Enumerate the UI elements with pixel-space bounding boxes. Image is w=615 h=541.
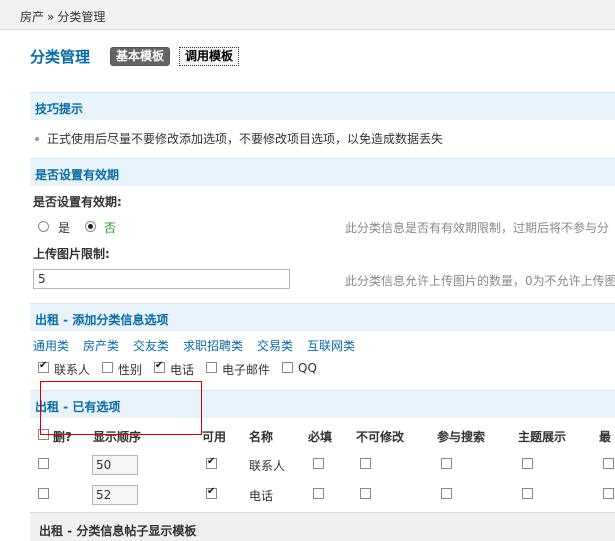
col-unchangeable: 不可修改 (356, 430, 405, 444)
option-phone-label: 电话 (170, 363, 195, 377)
col-required: 必填 (308, 430, 333, 444)
image-limit-label: 上传图片限制: (33, 247, 110, 261)
display-template-section-title: 出租 - 分类信息帖子显示模板 (39, 524, 197, 538)
page-title: 分类管理 (30, 48, 91, 66)
add-options-section-header: 出租 - 添加分类信息选项 (30, 303, 615, 331)
row-delete-checkbox[interactable] (38, 488, 49, 499)
display-template-section-header: 出租 - 分类信息帖子显示模板 (30, 512, 615, 541)
tab-basic-template[interactable]: 基本模板 (110, 47, 171, 66)
col-enabled: 可用 (202, 430, 227, 444)
validity-no-radio[interactable] (85, 221, 96, 232)
validity-hint: 此分类信息是否有有效期限制，过期后将不参与分 (345, 221, 610, 235)
option-gender-checkbox[interactable] (102, 362, 113, 373)
tip-text: 正式使用后尽量不要修改添加选项，不要修改项目选项，以免造成数据丢失 (47, 132, 444, 146)
row-enabled-checkbox[interactable] (206, 456, 217, 469)
row-searchable-checkbox[interactable] (441, 458, 452, 469)
row-delete-checkbox[interactable] (38, 458, 49, 469)
row-required-checkbox[interactable] (313, 488, 324, 499)
tab-call-template[interactable]: 调用模板 (179, 47, 240, 66)
option-qq-checkbox[interactable] (282, 362, 293, 373)
row-required-checkbox[interactable] (313, 458, 324, 469)
option-contact-label: 联系人 (54, 363, 91, 377)
tip-item: 正式使用后尽量不要修改添加选项，不要修改项目选项，以免造成数据丢失 (35, 130, 443, 147)
breadcrumb-bar: 房产» 分类管理 (0, 0, 615, 30)
type-link-dating[interactable]: 交友类 (133, 337, 169, 354)
row-subject-checkbox[interactable] (522, 488, 533, 499)
option-phone-checkbox[interactable] (154, 360, 165, 373)
row-enabled-checkbox[interactable] (206, 486, 217, 499)
option-contact-checkbox[interactable] (38, 360, 49, 373)
validity-yes-radio[interactable] (38, 221, 49, 232)
type-link-internet[interactable]: 互联网类 (307, 337, 355, 354)
option-email-label: 电子邮件 (222, 363, 271, 377)
type-link-general[interactable]: 通用类 (33, 337, 69, 354)
row-unchangeable-checkbox[interactable] (360, 488, 371, 499)
row-searchable-checkbox[interactable] (441, 488, 452, 499)
breadcrumb-current: 分类管理 (57, 10, 106, 24)
type-link-house[interactable]: 房产类 (83, 337, 119, 354)
annotation-highlight-box (40, 381, 202, 435)
option-qq-label: QQ (298, 361, 317, 375)
row-extra-checkbox[interactable] (603, 488, 614, 499)
col-subject-display: 主题展示 (518, 430, 567, 444)
validity-section-header: 是否设置有效期 (30, 158, 615, 186)
validity-yes-label: 是 (58, 221, 71, 235)
validity-section-title: 是否设置有效期 (35, 168, 120, 182)
row-name: 电话 (249, 489, 274, 503)
col-truncated: 最 (599, 430, 612, 444)
col-name: 名称 (249, 430, 274, 444)
type-link-jobs[interactable]: 求职招聘类 (183, 337, 243, 354)
option-email-checkbox[interactable] (206, 362, 217, 373)
tips-section-header: 技巧提示 (30, 92, 615, 120)
add-options-section-title: 出租 - 添加分类信息选项 (35, 313, 169, 327)
tips-section-title: 技巧提示 (35, 102, 84, 116)
bullet-icon (35, 136, 39, 141)
image-limit-input[interactable] (33, 269, 290, 289)
row-name: 联系人 (249, 459, 286, 473)
type-link-trade[interactable]: 交易类 (257, 337, 293, 354)
validity-no-label: 否 (104, 221, 117, 235)
row-order-input[interactable] (92, 455, 138, 475)
breadcrumb-home-link[interactable]: 房产 (20, 10, 44, 24)
option-gender-label: 性别 (118, 363, 143, 377)
validity-label: 是否设置有效期: (33, 195, 122, 209)
row-subject-checkbox[interactable] (522, 458, 533, 469)
row-extra-checkbox[interactable] (603, 458, 614, 469)
row-order-input[interactable] (92, 485, 138, 505)
row-unchangeable-checkbox[interactable] (360, 458, 371, 469)
breadcrumb: 房产» 分类管理 (20, 8, 105, 25)
breadcrumb-separator: » (47, 10, 55, 24)
image-limit-hint: 此分类信息允许上传图片的数量，0为不允许上传图 (345, 274, 615, 288)
col-searchable: 参与搜索 (437, 430, 486, 444)
